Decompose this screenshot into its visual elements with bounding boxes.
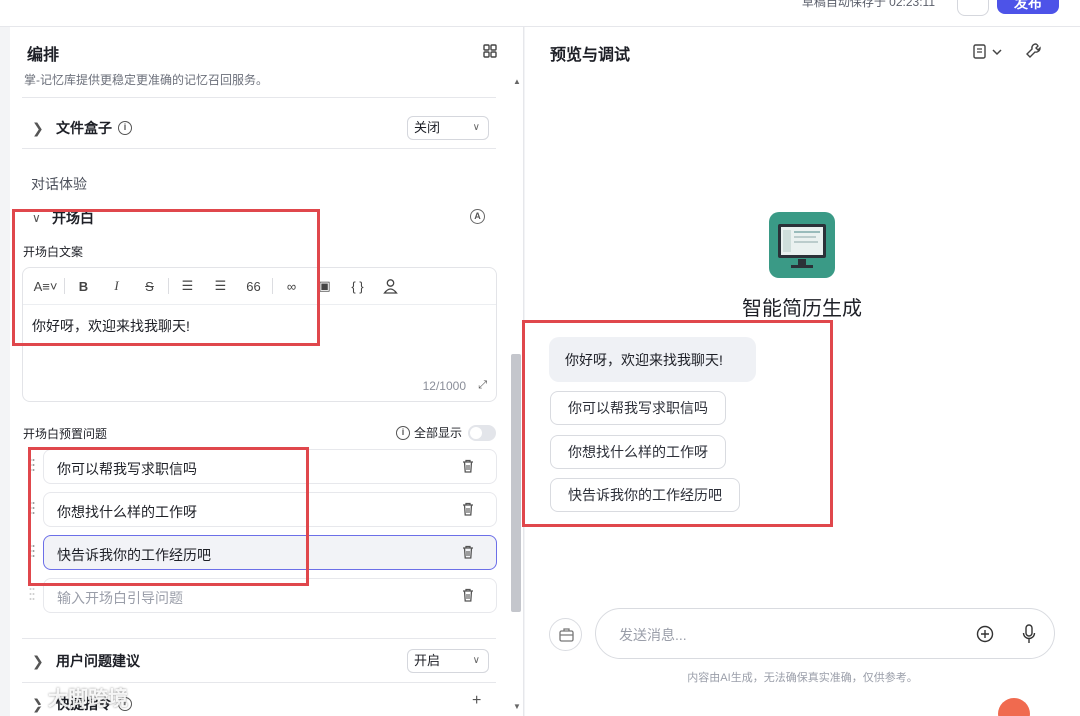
trash-icon[interactable] — [462, 502, 474, 516]
show-all-toggle[interactable] — [468, 424, 497, 441]
file-box-label: 文件盒子 — [56, 120, 112, 136]
user-variable-icon[interactable] — [374, 278, 407, 294]
top-bar: 草稿自动保存于 02:23:11 发布 — [0, 0, 1080, 27]
highlight-box — [522, 320, 833, 527]
ai-generate-icon[interactable]: A — [470, 209, 485, 224]
publish-button[interactable]: 发布 — [997, 0, 1059, 14]
watermark-text: 大脚跨境 — [48, 688, 128, 710]
file-box-row[interactable]: ❯ 文件盒子 i — [32, 116, 132, 140]
scroll-down-icon[interactable]: ▼ — [513, 702, 521, 711]
autosave-status: 草稿自动保存于 02:23:11 — [801, 0, 935, 9]
user-suggest-select[interactable]: 开启 ∨ — [407, 649, 489, 673]
debug-menu-icon[interactable] — [972, 43, 1006, 61]
bot-avatar — [769, 212, 835, 278]
scrollbar-thumb[interactable] — [511, 354, 521, 612]
expand-icon[interactable]: ⤢ — [478, 379, 487, 392]
trash-icon[interactable] — [462, 545, 474, 559]
code-block-icon[interactable]: { } — [341, 279, 374, 294]
group-title: 对话体验 — [31, 176, 87, 192]
highlight-box — [12, 209, 320, 346]
divider — [22, 638, 496, 639]
show-all-control[interactable]: i 全部显示 — [396, 424, 497, 441]
panel-title: 预览与调试 — [550, 47, 631, 64]
new-question-placeholder[interactable]: 输入开场白引导问题 — [57, 588, 183, 608]
user-suggest-row[interactable]: ❯ 用户问题建议 — [32, 649, 140, 673]
trash-icon[interactable] — [462, 588, 474, 602]
memory-description: 掌-记忆库提供更稳定更准确的记忆召回服务。 — [24, 73, 268, 87]
preview-panel: 预览与调试 智能简历生成 你好呀，欢迎来找我聊天! 你可以帮我写求职信吗 你想找… — [522, 27, 1080, 716]
plus-circle-icon[interactable] — [976, 625, 994, 643]
file-box-select[interactable]: 关闭 ∨ — [407, 116, 489, 140]
info-icon[interactable]: i — [396, 425, 410, 440]
add-icon[interactable]: + — [472, 692, 481, 710]
drag-handle-icon[interactable] — [29, 587, 35, 601]
layout-grid-icon[interactable] — [483, 44, 497, 58]
ai-disclaimer: 内容由AI生成，无法确保真实准确，仅供参考。 — [687, 672, 918, 684]
divider — [22, 97, 496, 98]
highlight-box — [28, 447, 309, 586]
briefcase-icon — [559, 628, 574, 642]
divider — [22, 148, 496, 149]
info-icon[interactable]: i — [118, 121, 132, 135]
wrench-icon[interactable] — [1025, 42, 1043, 60]
trash-icon[interactable] — [462, 459, 474, 473]
orchestration-panel: 编排 掌-记忆库提供更稳定更准确的记忆召回服务。 ❯ 文件盒子 i 关闭 ∨ 对… — [10, 27, 524, 716]
message-placeholder: 发送消息... — [619, 627, 687, 643]
microphone-icon[interactable] — [1022, 624, 1036, 644]
chevron-right-icon[interactable]: ❯ — [32, 653, 50, 670]
plugin-button[interactable] — [549, 618, 582, 651]
chevron-down-icon: ∨ — [472, 122, 480, 133]
show-all-label: 全部显示 — [414, 426, 463, 440]
preset-questions-label: 开场白预置问题 — [23, 427, 108, 441]
history-button[interactable] — [957, 0, 989, 16]
chevron-down-icon: ∨ — [472, 655, 480, 666]
user-suggest-label: 用户问题建议 — [56, 653, 140, 669]
message-input[interactable]: 发送消息... — [595, 608, 1055, 659]
panel-title: 编排 — [27, 47, 60, 64]
user-suggest-select-value: 开启 — [414, 653, 441, 668]
scroll-up-icon[interactable]: ▲ — [513, 77, 521, 86]
char-counter: 12/1000 — [422, 379, 466, 393]
file-box-select-value: 关闭 — [414, 120, 441, 135]
chevron-right-icon[interactable]: ❯ — [32, 120, 50, 137]
watermark-logo-icon — [11, 686, 45, 707]
bot-name: 智能简历生成 — [742, 298, 862, 320]
assistant-float-icon[interactable] — [998, 698, 1030, 716]
